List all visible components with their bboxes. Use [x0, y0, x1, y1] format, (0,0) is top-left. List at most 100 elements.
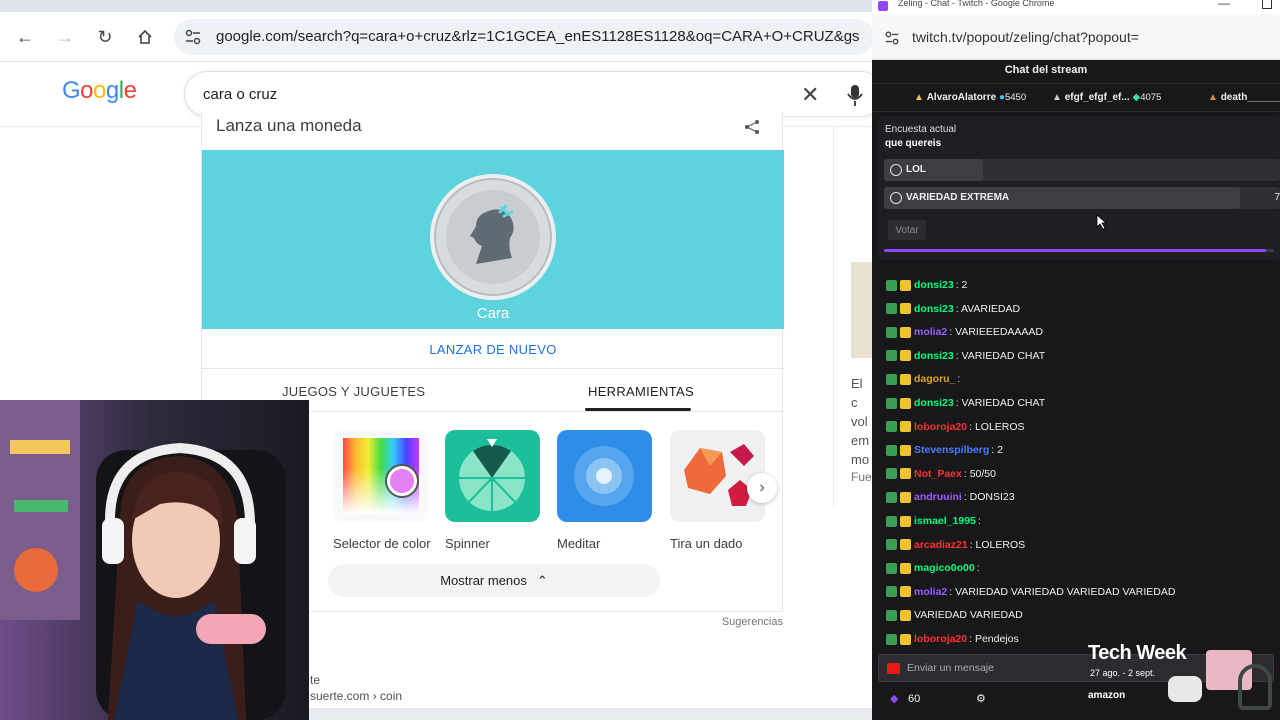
channel-points-icon[interactable]: ◆: [890, 692, 898, 705]
chat-message[interactable]: donsi23: VARIEDAD CHAT: [886, 392, 1045, 414]
minimize-icon[interactable]: —: [1218, 0, 1230, 10]
chat-header: Chat del stream: [872, 60, 1280, 84]
bits-badge-icon: [900, 562, 911, 574]
sub-badge-icon: [886, 444, 897, 456]
chat-username[interactable]: magico0o00: [914, 562, 975, 574]
tool-meditate[interactable]: Meditar: [557, 430, 653, 551]
chat-settings-icon[interactable]: ⚙: [976, 692, 986, 705]
poll-question: que quereis: [885, 138, 942, 149]
relaunch-button[interactable]: LANZAR DE NUEVO: [202, 342, 784, 357]
coin-stage[interactable]: Cara: [202, 150, 784, 329]
leader-name: efgf_efgf_ef...: [1064, 92, 1130, 103]
home-button[interactable]: [132, 24, 158, 50]
show-less-button[interactable]: Mostrar menos ⌃: [328, 564, 660, 597]
leader-entry[interactable]: ▲ efgf_efgf_ef... ◆4075: [1052, 92, 1161, 103]
sub-badge-icon: [886, 468, 897, 480]
search-input[interactable]: cara o cruz: [203, 86, 277, 103]
chat-message[interactable]: molia2: VARIEDAD VARIEDAD VARIEDAD VARIE…: [886, 581, 1175, 603]
chat-message[interactable]: loboroja20: LOLEROS: [886, 416, 1025, 438]
divider: [833, 127, 834, 507]
result-thumbnail[interactable]: [851, 262, 872, 358]
sub-badge-icon: [886, 397, 897, 409]
reload-button[interactable]: ↻: [92, 24, 118, 50]
chat-username[interactable]: loboroja20: [914, 421, 967, 433]
chat-message[interactable]: molia2: VARIEEEDAAAAD: [886, 321, 1043, 343]
tool-label: Spinner: [445, 536, 490, 551]
chat-message[interactable]: donsi23: AVARIEDAD: [886, 298, 1020, 320]
browser-toolbar: ← → ↻ google.com/search?q=cara+o+cruz&rl…: [0, 12, 872, 62]
tab-games-toys[interactable]: JUEGOS Y JUGUETES: [282, 384, 425, 399]
search-box[interactable]: cara o cruz ✕: [184, 71, 872, 117]
chat-username[interactable]: Stevenspilberg: [914, 444, 989, 456]
leader-entry[interactable]: ▲ AlvaroAlatorre ●5450: [914, 92, 1026, 103]
crown-icon: ▲: [1052, 92, 1062, 103]
chat-username[interactable]: molia2: [914, 326, 947, 338]
chat-text: : AVARIEDAD: [955, 302, 1021, 315]
chat-message[interactable]: loboroja20: Pendejos: [886, 628, 1019, 650]
headphones-icon: [1238, 664, 1272, 710]
tool-spinner[interactable]: Spinner: [445, 430, 541, 551]
tech-week-overlay: Tech Week 27 ago. - 2 sept. amazon: [1088, 642, 1280, 720]
sub-badge-icon: [886, 326, 897, 338]
chat-message[interactable]: arcadiaz21: LOLEROS: [886, 534, 1025, 556]
camera-icon: [887, 663, 900, 674]
sub-badge-icon: [886, 303, 897, 315]
leader-entry[interactable]: ▲ death_______...: [1208, 92, 1280, 103]
sub-badge-icon: [886, 491, 897, 503]
bits-badge-icon: [900, 586, 911, 598]
tool-label: Selector de color: [333, 536, 431, 551]
sub-badge-icon: [886, 373, 897, 385]
tools-next-button[interactable]: ›: [747, 473, 777, 503]
bits-badge-icon: [900, 609, 911, 621]
chat-username[interactable]: loboroja20: [914, 633, 967, 645]
window-title: Zeling - Chat - Twitch - Google Chrome: [898, 0, 1055, 8]
poll-timer-fill: [884, 249, 1267, 252]
google-logo[interactable]: Google: [62, 77, 137, 105]
maximize-icon[interactable]: [1262, 0, 1272, 9]
chat-username[interactable]: donsi23: [914, 303, 954, 315]
chat-message[interactable]: Stevenspilberg: 2: [886, 439, 1003, 461]
window-titlebar: Zeling - Chat - Twitch - Google Chrome —: [872, 0, 1280, 14]
chat-username[interactable]: andruuini: [914, 491, 962, 503]
chat-message[interactable]: dagoru_:: [886, 368, 960, 390]
coin[interactable]: [430, 174, 556, 300]
chat-username[interactable]: ismael_1995: [914, 515, 976, 527]
chat-message[interactable]: Not_Paex: 50/50: [886, 463, 996, 485]
chat-message[interactable]: magico0o00:: [886, 557, 980, 579]
chat-username[interactable]: dagoru_: [914, 373, 955, 385]
site-settings-icon[interactable]: [884, 30, 900, 46]
popup-address-bar[interactable]: twitch.tv/popout/zeling/chat?popout=: [872, 14, 1280, 60]
site-settings-icon[interactable]: [184, 28, 202, 46]
chat-username[interactable]: arcadiaz21: [914, 539, 968, 551]
mic-icon[interactable]: [847, 82, 863, 108]
chat-username[interactable]: Not_Paex: [914, 468, 962, 480]
tool-color-picker[interactable]: Selector de color: [333, 430, 431, 551]
chat-username[interactable]: molia2: [914, 586, 947, 598]
poll-option-variedad-extrema[interactable]: VARIEDAD EXTREMA 7: [884, 187, 1280, 209]
tab-tools[interactable]: HERRAMIENTAS: [588, 384, 694, 399]
back-button[interactable]: ←: [12, 24, 38, 50]
leader-amount: 5450: [1004, 92, 1027, 103]
chat-text: : VARIEDAD VARIEDAD VARIEDAD VARIEDAD: [949, 585, 1176, 598]
search-result[interactable]: te suerte.com › coin: [310, 672, 402, 704]
vote-button[interactable]: Votar: [888, 220, 926, 240]
poll-label: Encuesta actual: [885, 124, 957, 135]
forward-button[interactable]: →: [52, 24, 78, 50]
result-title[interactable]: te: [310, 672, 402, 688]
clear-search-button[interactable]: ✕: [801, 82, 819, 108]
address-bar[interactable]: google.com/search?q=cara+o+cruz&rlz=1C1G…: [174, 19, 872, 55]
suggestions-link[interactable]: Sugerencias: [722, 616, 783, 628]
chat-message[interactable]: VARIEDAD VARIEDAD: [886, 604, 1023, 626]
chat-message[interactable]: donsi23: 2: [886, 274, 967, 296]
chat-message[interactable]: donsi23: VARIEDAD CHAT: [886, 345, 1045, 367]
chat-username[interactable]: donsi23: [914, 279, 954, 291]
share-icon[interactable]: [744, 120, 760, 134]
chat-message[interactable]: ismael_1995:: [886, 510, 981, 532]
chat-username[interactable]: donsi23: [914, 397, 954, 409]
chat-message[interactable]: andruuini: DONSI23: [886, 486, 1015, 508]
bits-badge-icon: [900, 468, 911, 480]
poll-option-lol[interactable]: LOL: [884, 159, 1280, 181]
chat-username[interactable]: donsi23: [914, 350, 954, 362]
bits-badge-icon: [900, 633, 911, 645]
chevron-right-icon: ›: [759, 479, 765, 496]
